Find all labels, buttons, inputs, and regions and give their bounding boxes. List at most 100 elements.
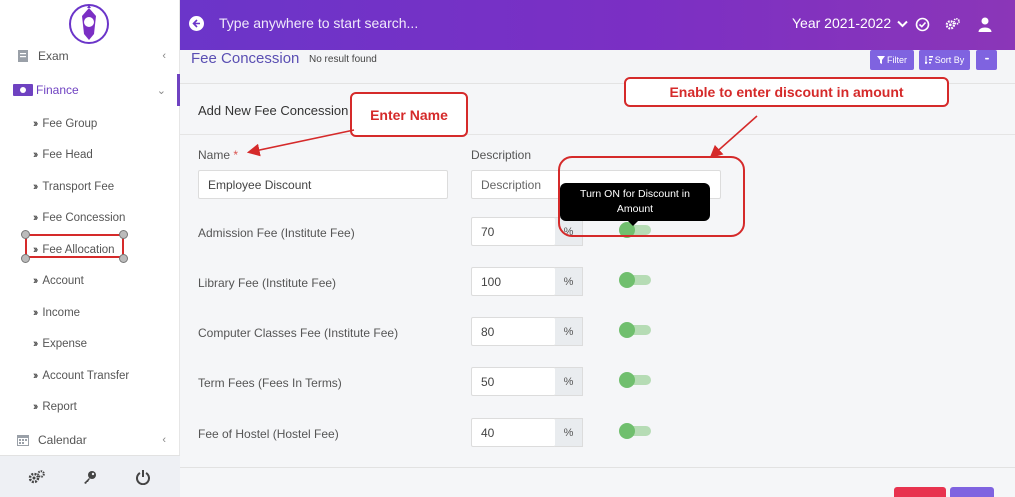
filter-label: Filter [887,55,907,65]
double-chevron-icon: ›› [33,149,38,161]
sidebar-subitem-account-transfer[interactable]: ›› Account Transfer [33,366,129,386]
page-title: Fee Concession [191,50,300,67]
name-field[interactable]: Employee Discount [198,170,448,199]
key-icon[interactable] [80,467,100,487]
sidebar-item-label: Finance [36,83,79,97]
divider [180,134,1015,135]
enable-discount-callout: Enable to enter discount in amount [624,77,949,107]
filter-icon [877,56,885,64]
resize-handle[interactable] [21,254,30,263]
fee-label: Admission Fee (Institute Fee) [198,226,355,240]
percent-addon: % [555,418,583,447]
sidebar-subitem-expense[interactable]: ›› Expense [33,334,87,354]
card-title: Add New Fee Concession [198,103,349,118]
chevron-left-icon: ‹ [162,50,166,62]
sidebar-subitem-fee-group[interactable]: ›› Fee Group [33,114,97,134]
cancel-button[interactable] [894,487,946,497]
power-icon[interactable] [133,467,153,487]
sidebar-subitem-label: Report [42,401,77,413]
settings-icon[interactable] [27,467,47,487]
chevron-down-icon [897,15,908,31]
sidebar-subitem-transport-fee[interactable]: ›› Transport Fee [33,177,114,197]
document-icon [15,49,31,63]
app-logo[interactable] [68,2,110,46]
fee-percent-input[interactable]: 50 [471,367,556,396]
double-chevron-icon: ›› [33,338,38,350]
back-arrow-icon[interactable] [189,16,204,31]
sidebar-item-exam[interactable]: Exam ‹ [0,44,180,68]
sidebar-subitem-fee-head[interactable]: ›› Fee Head [33,145,93,165]
fee-label: Fee of Hostel (Hostel Fee) [198,427,339,441]
description-label: Description [471,148,532,162]
search-input[interactable]: Type anywhere to start search... [219,15,418,31]
sidebar-footer [0,455,180,497]
amount-toggle[interactable] [619,272,651,288]
percent-addon: % [555,367,583,396]
sidebar: Exam ‹ Finance ⌄ ›› Fee Group ›› Fee Head … [0,0,180,497]
sidebar-subitem-label: Expense [42,338,88,350]
sort-by-button[interactable]: Sort By [919,50,970,70]
sort-label: Sort By [934,55,965,65]
sidebar-subitem-label: Fee Group [42,118,98,130]
user-icon[interactable] [977,16,993,32]
sidebar-subitem-label: Income [42,307,81,319]
resize-handle[interactable] [119,230,128,239]
double-chevron-icon: ›› [33,275,38,287]
sidebar-subitem-label: Fee Head [42,149,93,161]
fee-percent-input[interactable]: 40 [471,418,556,447]
resize-handle[interactable] [119,254,128,263]
check-circle-icon[interactable] [914,16,930,32]
fee-percent-input[interactable]: 80 [471,317,556,346]
fee-label: Library Fee (Institute Fee) [198,276,337,290]
calendar-icon [15,433,31,447]
double-chevron-icon: ›› [33,307,38,319]
divider [180,467,1015,468]
amount-toggle[interactable] [619,322,651,338]
fee-allocation-highlight [25,234,124,258]
double-chevron-icon: ›› [33,212,38,224]
more-icon: ••• [984,57,989,63]
name-label-text: Name [198,148,231,162]
sidebar-subitem-fee-concession[interactable]: ›› Fee Concession [33,208,125,228]
fee-percent-input[interactable]: 70 [471,217,556,246]
amount-toggle[interactable] [619,423,651,439]
name-label: Name * [198,148,238,162]
sidebar-item-label: Calendar [38,433,87,447]
chevron-down-icon: ⌄ [156,84,166,97]
fee-label: Term Fees (Fees In Terms) [198,376,342,390]
amount-toggle[interactable] [619,372,651,388]
save-button[interactable] [950,487,994,497]
sidebar-subitem-label: Fee Concession [42,212,126,224]
year-selector[interactable]: Year 2021-2022 [792,15,908,31]
year-label: Year 2021-2022 [792,15,892,31]
double-chevron-icon: ›› [33,401,38,413]
sidebar-item-calendar[interactable]: Calendar ‹ [0,428,180,452]
double-chevron-icon: ›› [33,181,38,193]
sidebar-subitem-label: Transport Fee [42,181,115,193]
percent-addon: % [555,317,583,346]
money-icon [13,83,33,97]
toggle-tooltip: Turn ON for Discount in Amount [560,183,710,226]
sidebar-subitem-income[interactable]: ›› Income [33,303,80,323]
sidebar-subitem-label: Account [42,275,84,287]
chevron-left-icon: ‹ [162,434,166,446]
topbar: Type anywhere to start search... Year 20… [180,0,1015,50]
resize-handle[interactable] [21,230,30,239]
fee-percent-input[interactable]: 100 [471,267,556,296]
percent-addon: % [555,267,583,296]
required-mark: * [233,148,239,162]
double-chevron-icon: ›› [33,118,38,130]
sidebar-item-label: Exam [38,49,69,63]
settings-icon[interactable] [945,16,961,32]
sidebar-subitem-label: Account Transfer [42,370,130,382]
enter-name-callout: Enter Name [350,92,468,137]
sidebar-subitem-report[interactable]: ›› Report [33,397,77,417]
sidebar-subitem-account[interactable]: ›› Account [33,271,84,291]
double-chevron-icon: ›› [33,370,38,382]
more-options-button[interactable]: ••• [976,50,997,70]
filter-button[interactable]: Filter [870,50,914,70]
sort-icon [924,56,933,64]
page-subtitle: No result found [309,54,377,65]
fee-label: Computer Classes Fee (Institute Fee) [198,326,399,340]
sidebar-item-finance[interactable]: Finance ⌄ [0,74,180,106]
